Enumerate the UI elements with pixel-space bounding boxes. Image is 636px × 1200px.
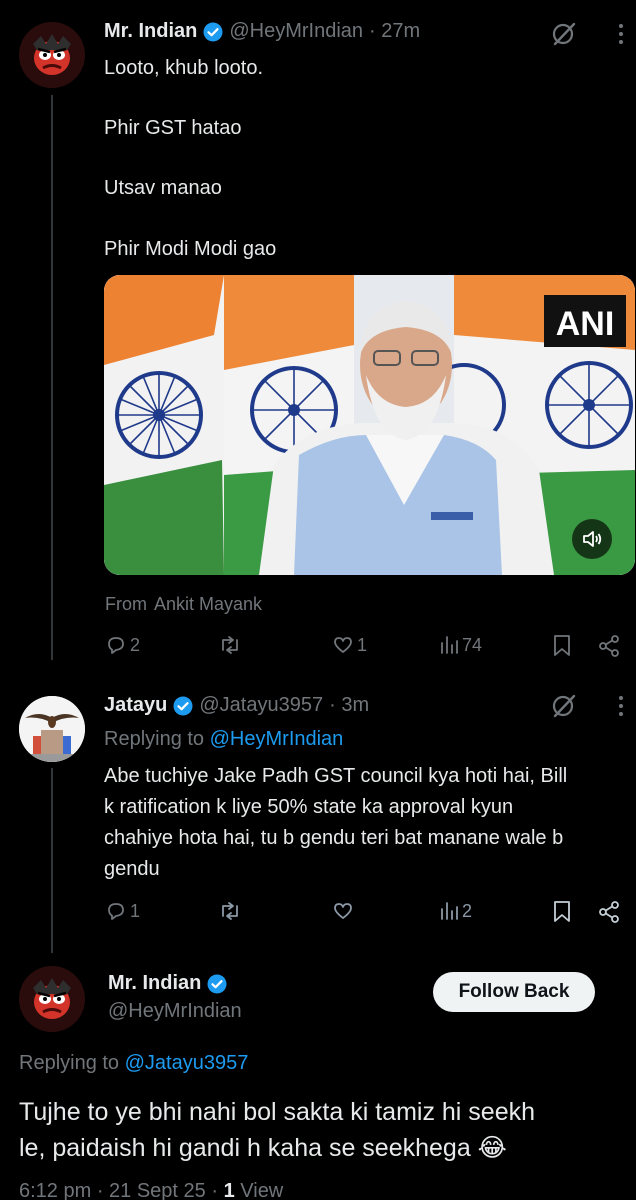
replying-handle[interactable]: @Jatayu3957: [125, 1052, 249, 1074]
views-count: 74: [462, 634, 483, 655]
retweet-button[interactable]: [218, 900, 242, 922]
reply-icon: [108, 903, 124, 920]
avatar-mr-indian[interactable]: [19, 22, 85, 88]
ani-watermark: ANI: [556, 305, 615, 343]
author-handle[interactable]: @Jatayu3957: [199, 694, 323, 717]
tweet2-text-line-4: gendu: [104, 858, 160, 880]
tweet-meta: 6:12 pm · 21 Sept 25 · 1 View: [19, 1180, 283, 1200]
follow-back-button[interactable]: Follow Back: [433, 972, 595, 1012]
tweet1-text-line-1: Looto, khub looto.: [104, 57, 264, 79]
like-button[interactable]: 1: [332, 634, 367, 656]
avatar-jatayu[interactable]: [19, 696, 85, 762]
tweet2-text-line-2: k ratification k liye 50% state ka appro…: [104, 796, 514, 818]
tweet3-name-row: Mr. Indian: [108, 972, 227, 995]
views-number: 1: [223, 1180, 235, 1200]
thread-line: [51, 768, 53, 953]
reply-button[interactable]: 2: [105, 634, 140, 656]
author-name[interactable]: Mr. Indian: [104, 20, 197, 43]
grok-icon[interactable]: [549, 20, 579, 48]
tweet2-text-line-3: chahiye hota hai, tu b gendu teri bat ma…: [104, 827, 564, 849]
tweet1-video[interactable]: ANI: [104, 275, 635, 575]
bookmark-icon: [554, 635, 570, 656]
grok-icon[interactable]: [549, 692, 579, 720]
like-count: 1: [357, 634, 368, 655]
views-icon: [441, 636, 458, 654]
author-name[interactable]: Mr. Indian: [108, 972, 201, 995]
more-icon[interactable]: [611, 20, 631, 48]
reply-count: 1: [130, 900, 141, 921]
author-name[interactable]: Jatayu: [104, 694, 167, 717]
media-source: From Ankit Mayank: [105, 594, 262, 615]
tweet1-text-line-2: Phir GST hatao: [104, 117, 242, 139]
tweet3-text-line-2: le, paidaish hi gandi h kaha se seekhega…: [19, 1134, 507, 1162]
like-icon: [334, 637, 352, 653]
tweet-time[interactable]: · 3m: [329, 694, 369, 717]
share-button[interactable]: [597, 634, 621, 658]
avatar-mr-indian[interactable]: [19, 966, 85, 1032]
from-label: From: [105, 594, 147, 614]
like-button[interactable]: [332, 900, 354, 922]
more-icon[interactable]: [611, 692, 631, 720]
verified-badge-icon: [173, 696, 193, 716]
verified-badge-icon: [203, 22, 223, 42]
bookmark-icon: [554, 901, 570, 922]
tweet-time[interactable]: · 27m: [369, 20, 420, 43]
share-icon: [599, 635, 619, 657]
from-name[interactable]: Ankit Mayank: [154, 594, 262, 614]
tweet1-header: Mr. Indian @HeyMrIndian · 27m: [104, 20, 420, 43]
views-button[interactable]: 74: [439, 634, 482, 656]
reply-icon: [108, 637, 124, 654]
mute-icon[interactable]: [572, 519, 612, 559]
reply-count: 2: [130, 634, 141, 655]
retweet-icon: [222, 902, 238, 920]
tweet3-text-line-1: Tujhe to ye bhi nahi bol sakta ki tamiz …: [19, 1098, 536, 1126]
views-count: 2: [462, 900, 473, 921]
tweet2-text-line-1: Abe tuchiye Jake Padh GST council kya ho…: [104, 765, 568, 787]
tweet2-header: Jatayu @Jatayu3957 · 3m: [104, 694, 369, 717]
verified-badge-icon: [207, 974, 227, 994]
views-label: View: [240, 1180, 284, 1200]
tweet1-text-line-4: Phir Modi Modi gao: [104, 238, 277, 260]
reply-button[interactable]: 1: [105, 900, 140, 922]
replying-to: Replying to @Jatayu3957: [19, 1052, 248, 1075]
author-handle[interactable]: @HeyMrIndian: [108, 1000, 242, 1023]
replying-handle[interactable]: @HeyMrIndian: [210, 728, 344, 750]
replying-label: Replying to: [104, 728, 205, 750]
retweet-icon: [222, 636, 238, 654]
share-button[interactable]: [597, 900, 621, 924]
follow-back-label: Follow Back: [458, 981, 570, 1002]
replying-label: Replying to: [19, 1052, 120, 1074]
retweet-button[interactable]: [218, 634, 242, 656]
video-frame-image: ANI: [104, 275, 635, 575]
bookmark-button[interactable]: [552, 634, 572, 658]
like-icon: [334, 903, 352, 919]
views-icon: [441, 902, 458, 920]
tweet-timestamp[interactable]: 6:12 pm · 21 Sept 25 ·: [19, 1180, 218, 1200]
tweet1-text-line-3: Utsav manao: [104, 177, 222, 199]
share-icon: [599, 901, 619, 923]
replying-to: Replying to @HeyMrIndian: [104, 728, 343, 751]
author-handle[interactable]: @HeyMrIndian: [229, 20, 363, 43]
bookmark-button[interactable]: [552, 900, 572, 924]
views-button[interactable]: 2: [439, 900, 472, 922]
thread-line: [51, 95, 53, 660]
